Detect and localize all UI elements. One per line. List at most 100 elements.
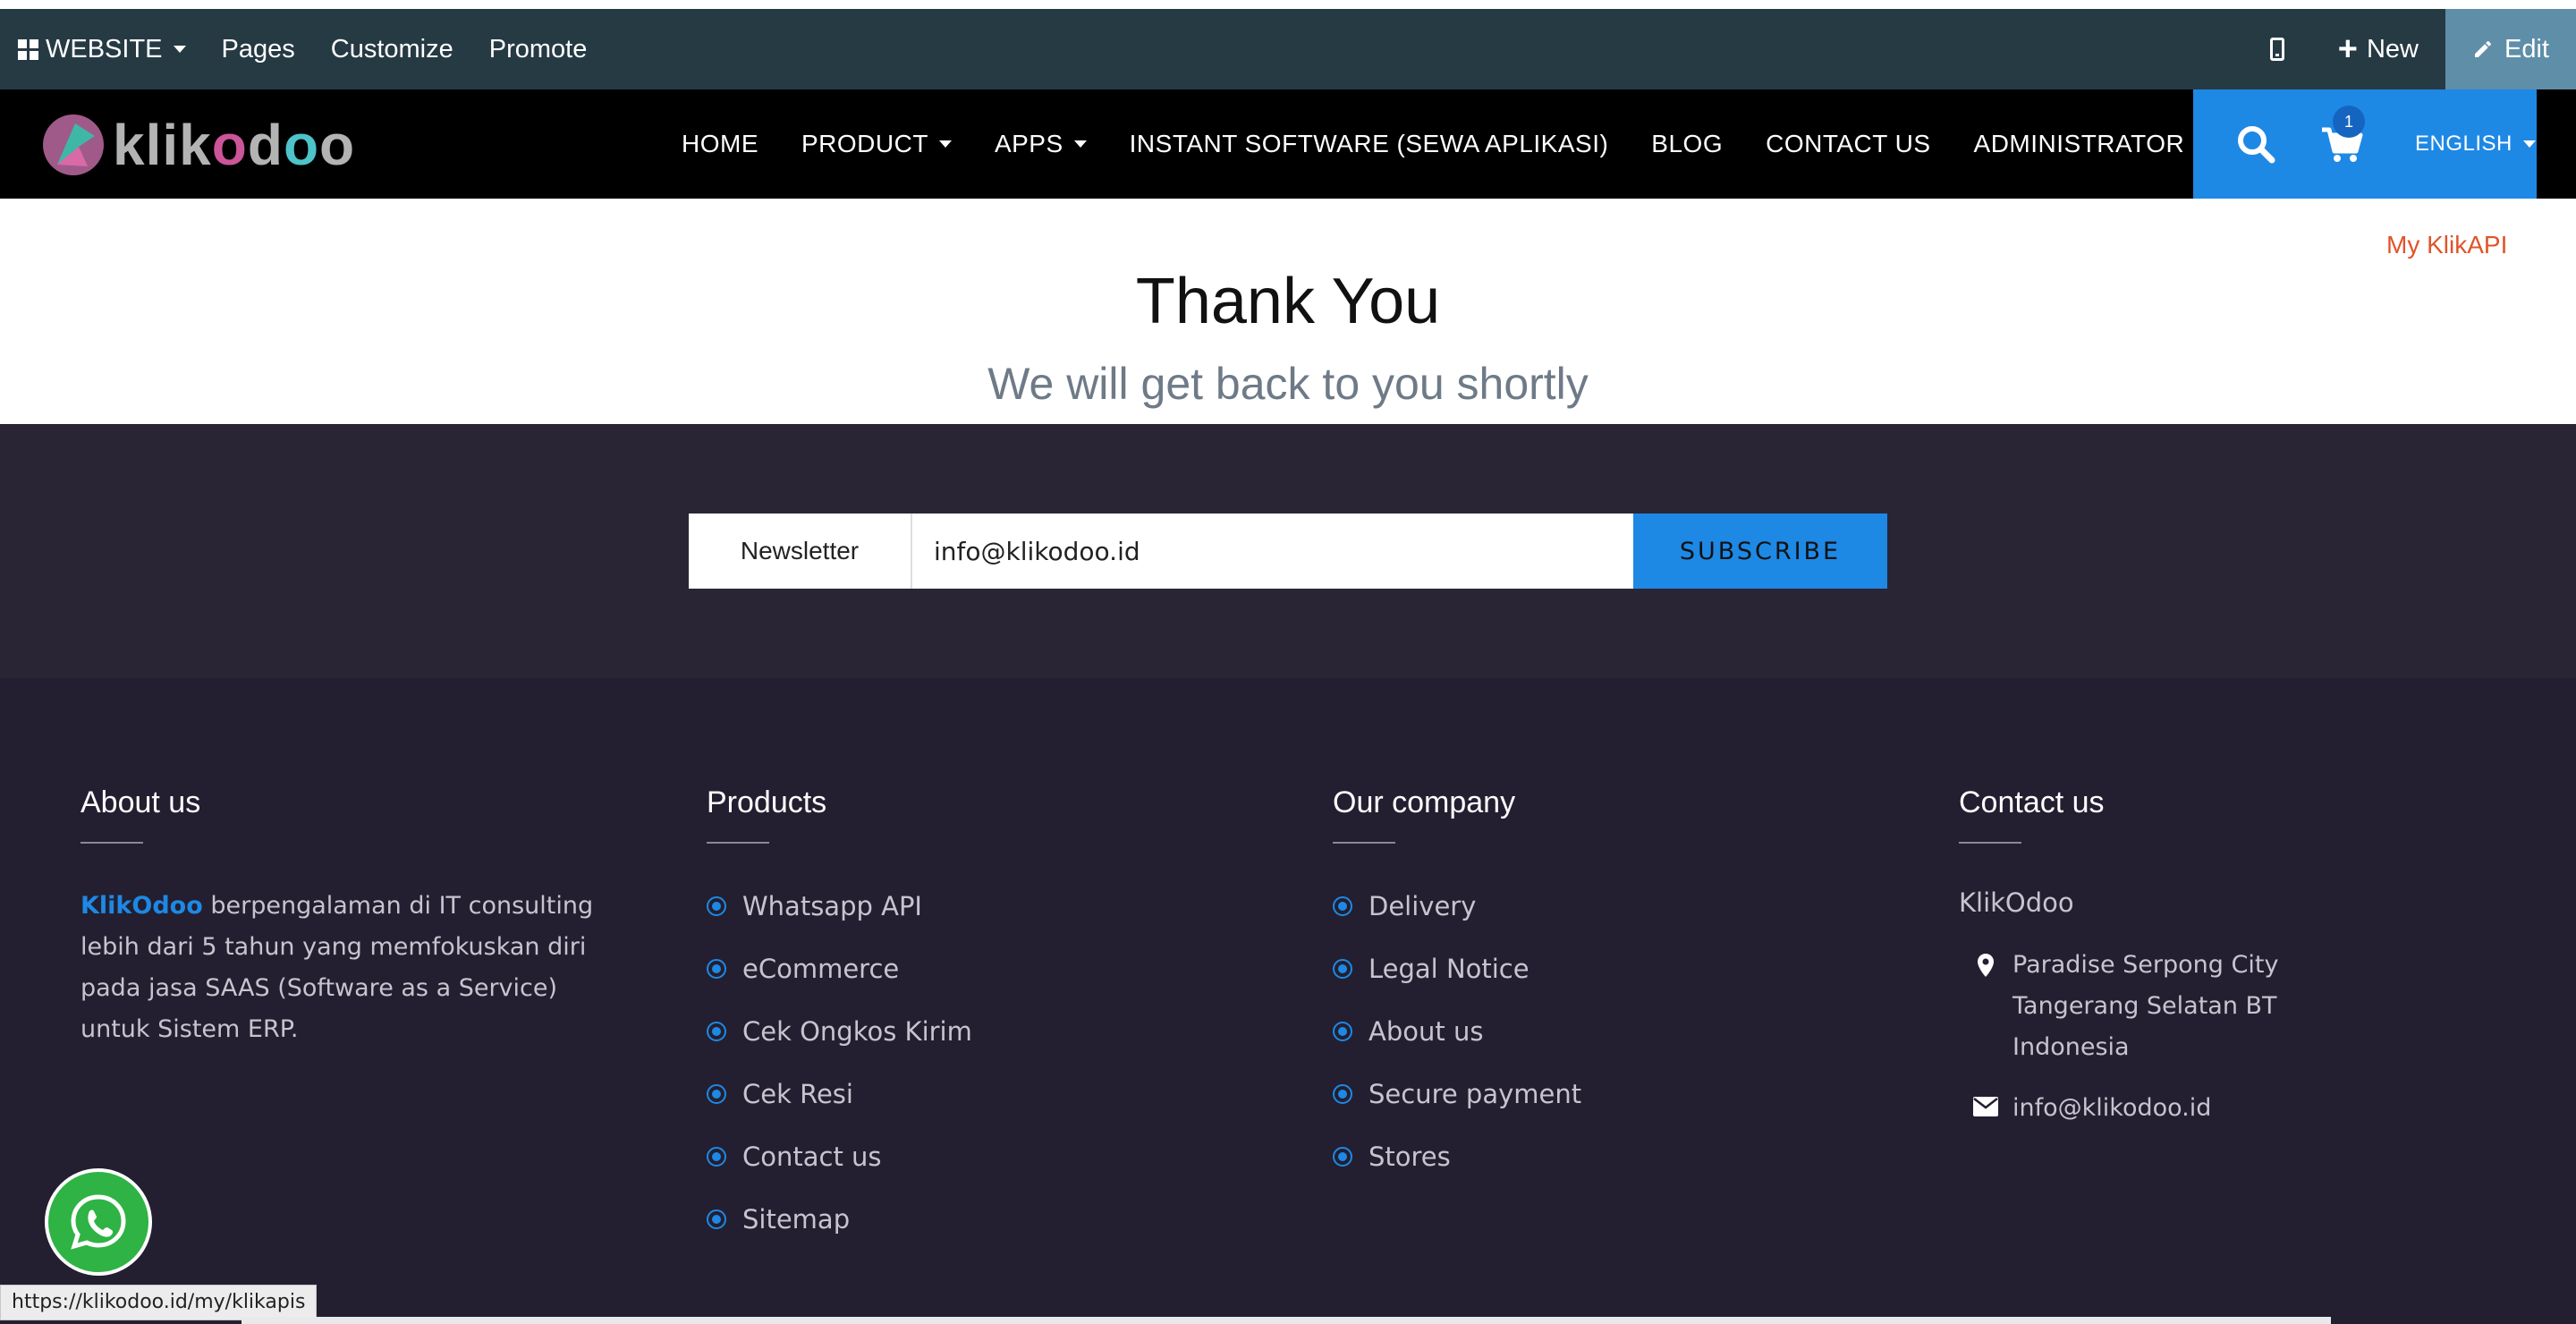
apps-grid-icon bbox=[18, 38, 38, 60]
whatsapp-chat-button[interactable] bbox=[45, 1168, 152, 1276]
edit-button[interactable]: Edit bbox=[2445, 9, 2576, 89]
nav-blog-label: BLOG bbox=[1651, 130, 1724, 157]
footer-company-title: Our company bbox=[1333, 785, 1516, 819]
nav-administrator-label: ADMINISTRATOR bbox=[1973, 130, 2185, 157]
about-brand: KlikOdoo bbox=[80, 892, 203, 920]
contact-company-name: KlikOdoo bbox=[1959, 887, 2074, 918]
footer-link-label: Secure payment bbox=[1368, 1079, 1582, 1109]
footer-products-heading: Products bbox=[707, 785, 826, 844]
whatsapp-icon bbox=[71, 1194, 126, 1250]
footer-link-label: About us bbox=[1368, 1016, 1484, 1047]
footer-link-label: Cek Resi bbox=[742, 1079, 853, 1109]
footer-about-heading: About us bbox=[80, 785, 200, 844]
nav-administrator[interactable]: ADMINISTRATOR bbox=[1974, 130, 2208, 158]
nav-contact-us[interactable]: CONTACT US bbox=[1766, 130, 1930, 158]
website-menu-label: WEBSITE bbox=[46, 34, 163, 64]
website-menu[interactable]: WEBSITE bbox=[18, 35, 186, 64]
edit-button-label: Edit bbox=[2504, 34, 2549, 64]
page-bottom-edge bbox=[242, 1317, 2331, 1324]
language-selector[interactable]: ENGLISH bbox=[2415, 132, 2536, 157]
footer-link-label: Delivery bbox=[1368, 891, 1477, 921]
footer-link-sitemap[interactable]: Sitemap bbox=[707, 1188, 972, 1251]
divider bbox=[1959, 842, 2021, 844]
chevron-down-icon bbox=[2522, 140, 2536, 148]
footer-link-label: Sitemap bbox=[742, 1204, 851, 1235]
footer-link-cek-resi[interactable]: Cek Resi bbox=[707, 1063, 972, 1125]
footer-contact-title: Contact us bbox=[1959, 785, 2105, 819]
chevron-down-icon bbox=[173, 46, 186, 53]
newsletter-form: Newsletter SUBSCRIBE bbox=[689, 513, 1887, 589]
newsletter-email-input[interactable] bbox=[912, 513, 1633, 589]
contact-address: Paradise Serpong City Tangerang Selatan … bbox=[1959, 945, 2278, 1068]
logo-text: klikodoo bbox=[113, 113, 356, 177]
footer-about-text: KlikOdoo berpengalaman di IT consulting … bbox=[80, 886, 617, 1050]
footer-link-ecommerce[interactable]: eCommerce bbox=[707, 938, 972, 1000]
footer-contact-heading: Contact us bbox=[1959, 785, 2105, 844]
divider bbox=[80, 842, 143, 844]
footer-link-cek-ongkos-kirim[interactable]: Cek Ongkos Kirim bbox=[707, 1000, 972, 1063]
my-klikapi-link[interactable]: My KlikAPI bbox=[2386, 231, 2507, 259]
bullet-icon bbox=[707, 1022, 726, 1041]
chevron-down-icon bbox=[1073, 140, 1087, 148]
admin-bar: WEBSITE Pages Customize Promote + New Ed… bbox=[0, 9, 2576, 89]
footer-products-title: Products bbox=[707, 785, 827, 819]
nav-home[interactable]: HOME bbox=[682, 130, 758, 158]
nav-home-label: HOME bbox=[682, 130, 758, 157]
footer-link-whatsapp-api[interactable]: Whatsapp API bbox=[707, 875, 972, 938]
nav-apps[interactable]: APPS bbox=[995, 130, 1087, 158]
divider bbox=[707, 842, 769, 844]
contact-email[interactable]: info@klikodoo.id bbox=[1959, 1088, 2211, 1129]
customize-menu[interactable]: Customize bbox=[331, 35, 453, 64]
footer-company-list: Delivery Legal Notice About us Secure pa… bbox=[1333, 875, 1581, 1188]
search-icon[interactable] bbox=[2234, 123, 2277, 166]
footer-link-contact-us[interactable]: Contact us bbox=[707, 1125, 972, 1188]
plus-icon: + bbox=[2337, 30, 2358, 68]
nav-apps-label: APPS bbox=[994, 130, 1063, 157]
new-button[interactable]: + New bbox=[2338, 32, 2419, 66]
nav-product-label: PRODUCT bbox=[801, 130, 928, 157]
nav-instant-software[interactable]: INSTANT SOFTWARE (SEWA APLIKASI) bbox=[1130, 130, 1609, 158]
pencil-icon bbox=[2475, 40, 2492, 57]
cart-count-badge: 1 bbox=[2333, 106, 2365, 138]
footer-company-heading: Our company bbox=[1333, 785, 1515, 844]
address-line: Indonesia bbox=[2012, 1033, 2130, 1061]
nav-tools: ENGLISH bbox=[2193, 89, 2537, 199]
language-label: ENGLISH bbox=[2415, 132, 2512, 156]
status-bar-url: https://klikodoo.id/my/klikapis bbox=[0, 1285, 318, 1320]
footer-link-legal-notice[interactable]: Legal Notice bbox=[1333, 938, 1581, 1000]
promote-menu[interactable]: Promote bbox=[489, 35, 588, 64]
address-line: Tangerang Selatan BT bbox=[2012, 992, 2277, 1020]
footer-link-delivery[interactable]: Delivery bbox=[1333, 875, 1581, 938]
bullet-icon bbox=[1333, 1084, 1352, 1104]
logo-mark-icon bbox=[43, 115, 104, 175]
subscribe-button[interactable]: SUBSCRIBE bbox=[1633, 513, 1887, 589]
divider bbox=[1333, 842, 1395, 844]
footer-link-stores[interactable]: Stores bbox=[1333, 1125, 1581, 1188]
page-subtitle: We will get back to you shortly bbox=[987, 359, 1589, 409]
page-title: Thank You bbox=[1135, 266, 1441, 337]
footer-link-label: Legal Notice bbox=[1368, 954, 1530, 984]
nav-blog[interactable]: BLOG bbox=[1651, 130, 1723, 158]
bullet-icon bbox=[707, 896, 726, 916]
address-line: Paradise Serpong City bbox=[2012, 951, 2279, 979]
footer-link-about-us[interactable]: About us bbox=[1333, 1000, 1581, 1063]
mobile-preview-icon[interactable] bbox=[2269, 38, 2284, 61]
contact-email-text: info@klikodoo.id bbox=[2012, 1094, 2212, 1122]
bullet-icon bbox=[1333, 896, 1352, 916]
nav-contact-us-label: CONTACT US bbox=[1766, 130, 1931, 157]
bullet-icon bbox=[707, 1084, 726, 1104]
nav-product[interactable]: PRODUCT bbox=[801, 130, 952, 158]
envelope-icon bbox=[1959, 1088, 2012, 1129]
bullet-icon bbox=[707, 1209, 726, 1229]
footer-link-label: Cek Ongkos Kirim bbox=[742, 1016, 972, 1047]
footer-link-secure-payment[interactable]: Secure payment bbox=[1333, 1063, 1581, 1125]
footer-link-label: Contact us bbox=[742, 1142, 882, 1172]
bullet-icon bbox=[1333, 959, 1352, 979]
bullet-icon bbox=[707, 1147, 726, 1167]
pages-menu[interactable]: Pages bbox=[222, 35, 295, 64]
bullet-icon bbox=[707, 959, 726, 979]
site-logo[interactable]: klikodoo bbox=[39, 111, 356, 179]
nav-links: HOME PRODUCT APPS INSTANT SOFTWARE (SEWA… bbox=[682, 89, 2250, 199]
footer-products-list: Whatsapp API eCommerce Cek Ongkos Kirim … bbox=[707, 875, 972, 1251]
map-marker-icon bbox=[1959, 945, 2012, 1068]
